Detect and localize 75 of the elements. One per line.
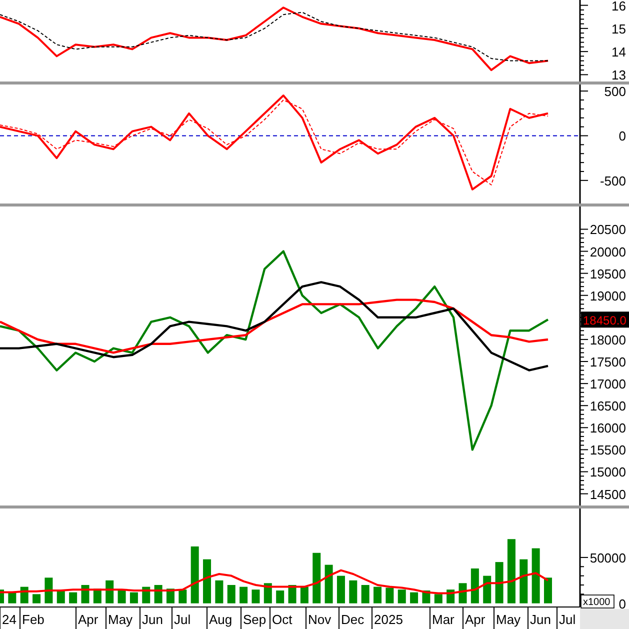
- axis-label: 14500: [590, 486, 626, 502]
- volume-bar: [520, 559, 528, 604]
- volume-bar: [544, 578, 552, 604]
- axis-label: 500: [604, 84, 626, 100]
- volume-bar: [118, 590, 126, 604]
- volume-bar: [190, 546, 199, 604]
- volume-bar: [398, 590, 406, 604]
- volume-bar: [336, 576, 345, 604]
- volume-bar: [227, 584, 236, 604]
- unit-label: x1000: [580, 594, 614, 608]
- volume-bar: [410, 592, 418, 604]
- volume-bar: [130, 592, 138, 604]
- axis-label: 20500: [590, 222, 626, 238]
- axis-label: Sep: [243, 612, 266, 627]
- axis-label: 19000: [590, 288, 626, 304]
- axis-label: 17000: [590, 376, 626, 392]
- axis-label: 13: [612, 68, 626, 83]
- volume-bar: [252, 590, 260, 604]
- volume-bar: [178, 590, 187, 604]
- axis-label: May: [108, 612, 133, 627]
- volume-bar: [324, 564, 333, 604]
- axis-label: Jun: [142, 612, 163, 627]
- volume-bar: [276, 590, 284, 604]
- axis-label: Feb: [22, 612, 44, 627]
- volume-bar: [483, 576, 492, 604]
- axis-label: 24: [2, 612, 16, 627]
- volume-bar: [470, 568, 479, 604]
- volume-bar: [386, 588, 394, 604]
- price-badge: 18450.0: [581, 312, 629, 328]
- axis-label: 19500: [590, 266, 626, 282]
- volume-bar: [312, 552, 321, 604]
- volume-bar: [264, 583, 272, 604]
- volume-bar: [532, 548, 540, 604]
- axis-label: 50000: [590, 550, 626, 566]
- axis-label: Apr: [465, 612, 486, 627]
- volume-bar: [349, 580, 358, 604]
- volume-bar: [374, 586, 382, 604]
- axis-label: 0: [618, 596, 626, 612]
- volume-bar: [507, 539, 516, 604]
- axis-label: Aug: [209, 612, 232, 627]
- corner-panel: [580, 609, 629, 629]
- volume-bar: [300, 586, 308, 604]
- axis-label: Oct: [272, 612, 292, 627]
- volume-bar: [203, 559, 212, 604]
- axis-label: 20000: [590, 244, 626, 260]
- volume-bar: [44, 578, 53, 604]
- axis-label: Dec: [341, 612, 364, 627]
- axis-label: May: [496, 612, 521, 627]
- axis-label: Mar: [432, 612, 454, 627]
- volume-bar: [495, 562, 504, 604]
- axis-label: 16000: [590, 420, 626, 436]
- axis-label: 17500: [590, 354, 626, 370]
- volume-bar: [215, 580, 224, 604]
- axis-label: 0: [618, 128, 626, 144]
- axis-label: 18000: [590, 332, 626, 348]
- axis-label: 15000: [590, 464, 626, 480]
- axis-label: 15: [612, 21, 626, 36]
- axis-label: 2025: [374, 612, 403, 627]
- volume-bar: [361, 584, 370, 604]
- axis-label: -500: [600, 173, 626, 188]
- volume-bar: [240, 586, 248, 604]
- volume-bar: [32, 594, 41, 604]
- axis-label: Apr: [78, 612, 98, 627]
- axis-label: Nov: [308, 612, 332, 627]
- axis-label: 15500: [590, 442, 626, 458]
- volume-bar: [69, 592, 78, 604]
- volume-bar: [0, 590, 4, 604]
- axis-label: 16: [612, 0, 626, 14]
- volume-bar: [434, 594, 442, 604]
- axis-label: 14: [612, 44, 626, 60]
- axis-label: Jul: [174, 612, 191, 627]
- volume-bar: [106, 580, 114, 604]
- axis-label: Jul: [559, 612, 576, 627]
- axis-label: Jun: [530, 612, 551, 627]
- axis-label: 16500: [590, 398, 626, 414]
